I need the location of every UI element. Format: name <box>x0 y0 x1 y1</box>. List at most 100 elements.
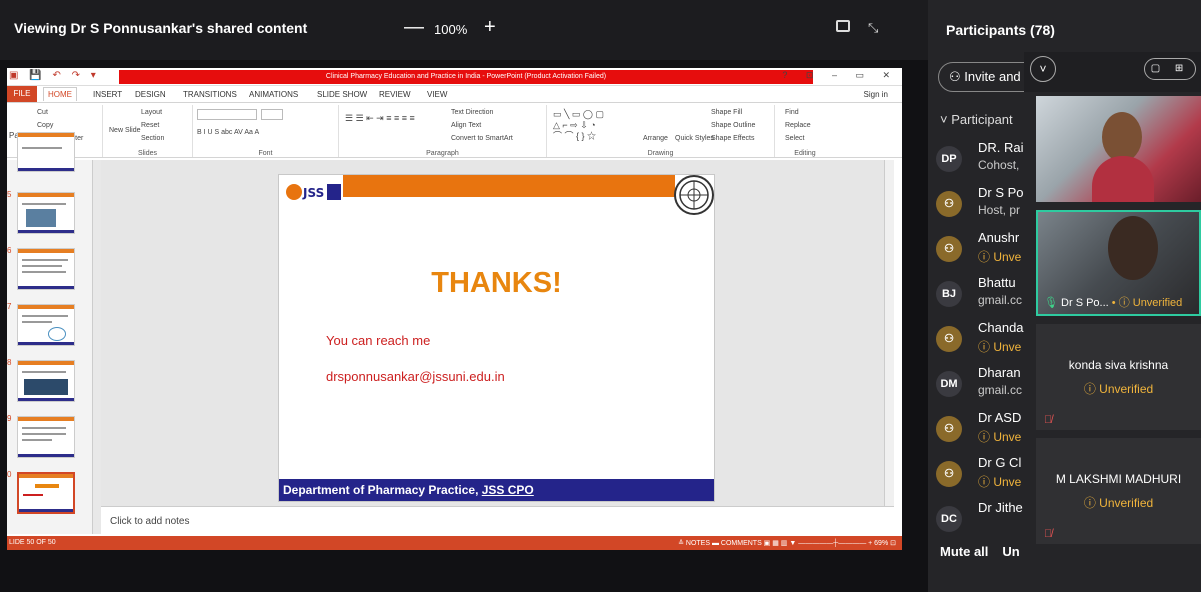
participant-name: Dharan <box>978 365 1021 380</box>
muted-mic-icon: 🎙̸ <box>1044 528 1053 540</box>
layout-button[interactable]: Layout <box>141 109 162 116</box>
quick-styles-button[interactable]: Quick Styles <box>675 135 714 142</box>
slides-group: New Slide Layout Reset Section Slides <box>103 105 193 157</box>
shapes-gallery[interactable]: ▭ ╲ ▭ ◯ ▢ △ ⌐ ⇨ ⇩ ◔ ⌒ ⌒ { } ☆ <box>553 109 604 142</box>
tab-design[interactable]: DESIGN <box>135 90 166 99</box>
sign-in-link[interactable]: Sign in <box>864 90 888 99</box>
tab-insert[interactable]: INSERT <box>93 90 122 99</box>
participant-row[interactable]: ⚇ Dr S Po Host, pr <box>936 185 1036 225</box>
unmute-all-button[interactable]: Un <box>1002 544 1019 559</box>
shared-powerpoint-window: ▣ 💾 ↶ ↷ ▾ Clinical Pharmacy Education an… <box>7 68 902 550</box>
new-slide-button[interactable]: New Slide <box>109 127 141 134</box>
tab-transitions[interactable]: TRANSITIONS <box>183 90 237 99</box>
drawing-group: ▭ ╲ ▭ ◯ ▢ △ ⌐ ⇨ ⇩ ◔ ⌒ ⌒ { } ☆ Arrange Quic… <box>547 105 775 157</box>
avatar: DP <box>936 146 962 172</box>
status-bar-controls[interactable]: ≙ NOTES ▬ COMMENTS ▣ ▦ ▥ ▼ —————┼———— + … <box>678 539 896 547</box>
participant-name: Dr Jithe <box>978 500 1023 515</box>
tab-file[interactable]: FILE <box>7 86 37 102</box>
shape-outline-button[interactable]: Shape Outline <box>711 122 755 129</box>
participant-row[interactable]: ⚇ Chanda ⓘ Unve <box>936 320 1036 360</box>
slide-thumbnail[interactable] <box>17 132 75 172</box>
participant-name: DR. Rai <box>978 140 1024 155</box>
video-tile-host[interactable]: 🎙 Dr S Po... • ⓘ Unverified <box>1036 210 1201 316</box>
notes-placeholder: Click to add notes <box>110 516 190 527</box>
slide-footer-link: JSS CPO <box>481 483 534 497</box>
participant-row[interactable]: DM Dharan gmail.cc <box>936 365 1036 405</box>
shape-fill-button[interactable]: Shape Fill <box>711 109 742 116</box>
font-name-box[interactable] <box>197 109 257 120</box>
participant-row[interactable]: DC Dr Jithe <box>936 500 1036 540</box>
list-buttons[interactable]: ☰ ☰ ⇤ ⇥ ≡ ≡ ≡ ≡ <box>345 113 415 124</box>
participant-row[interactable]: ⚇ Dr ASD ⓘ Unve <box>936 410 1036 450</box>
user-avatar-icon: ⚇ <box>936 236 962 262</box>
jss-logo: JSS <box>285 181 343 203</box>
replace-button[interactable]: Replace <box>785 122 811 129</box>
participant-row[interactable]: DP DR. Rai Cohost, <box>936 140 1036 180</box>
video-tile-audio[interactable]: M LAKSHMI MADHURI ⓘ Unverified 🎙̸ <box>1036 438 1201 544</box>
slide-editor[interactable]: JSS THANKS! You can reach me drsponnusan… <box>101 160 894 506</box>
participant-video <box>1102 112 1142 162</box>
university-emblem <box>674 175 714 215</box>
zoom-out-button[interactable]: — <box>404 16 424 39</box>
slide-thumbnail-pane[interactable]: 5 6 7 8 9 0 <box>7 132 93 534</box>
tab-view[interactable]: VIEW <box>427 90 447 99</box>
participant-role: Cohost, <box>978 158 1020 172</box>
copy-button[interactable]: Copy <box>37 122 53 129</box>
participant-video-body <box>1092 156 1154 202</box>
video-tile-audio[interactable]: konda siva krishna ⓘ Unverified 🎙̸ <box>1036 324 1201 430</box>
tab-slide-show[interactable]: SLIDE SHOW <box>317 90 367 99</box>
fullscreen-icon[interactable]: ⤡ <box>868 20 878 36</box>
participant-row[interactable]: BJ Bhattu gmail.cc <box>936 275 1036 315</box>
quick-access-toolbar[interactable]: ▣ 💾 ↶ ↷ ▾ <box>9 70 100 81</box>
tab-review[interactable]: REVIEW <box>379 90 411 99</box>
annotate-icon[interactable] <box>836 20 850 32</box>
cut-button[interactable]: Cut <box>37 109 48 116</box>
thumbnail-scrollbar[interactable] <box>93 160 101 534</box>
participant-email: gmail.cc <box>978 293 1023 307</box>
participant-name: Anushr <box>978 230 1020 245</box>
collapse-video-button[interactable]: ˅ <box>1030 56 1056 82</box>
current-slide[interactable]: JSS THANKS! You can reach me drsponnusan… <box>278 174 715 502</box>
shape-effects-button[interactable]: Shape Effects <box>711 135 754 142</box>
ppt-window-title: Clinical Pharmacy Education and Practice… <box>119 70 813 84</box>
slide-thumbnail[interactable] <box>17 416 75 458</box>
avatar: DM <box>936 371 962 397</box>
slide-thumbnail[interactable] <box>17 360 75 402</box>
slide-vertical-scrollbar[interactable] <box>884 160 894 506</box>
section-button[interactable]: Section <box>141 135 164 142</box>
editing-group: Find Replace Select Editing <box>775 105 835 157</box>
invite-label: Invite and <box>964 69 1021 84</box>
slide-thumbnail[interactable] <box>17 248 75 290</box>
arrange-button[interactable]: Arrange <box>643 135 668 142</box>
video-layout-toggle[interactable]: ▢ ⊞ <box>1144 58 1196 80</box>
notes-pane[interactable]: Click to add notes <box>101 506 894 534</box>
participants-list-header[interactable]: ˅ Participant <box>940 112 1013 127</box>
slides-label: Slides <box>137 150 158 157</box>
viewing-bar: Viewing Dr S Ponnusankar's shared conten… <box>0 0 928 60</box>
reset-button[interactable]: Reset <box>141 122 159 129</box>
participant-status: ⓘ Unve <box>978 430 1022 444</box>
ppt-window-controls[interactable]: ? ⊡ – ▭ ✕ <box>782 70 898 81</box>
tab-home[interactable]: HOME <box>43 87 77 101</box>
align-text-button[interactable]: Align Text <box>451 122 481 129</box>
find-button[interactable]: Find <box>785 109 799 116</box>
thumbnail-number: 0 <box>7 470 12 479</box>
thumbnail-number: 6 <box>7 246 12 255</box>
font-size-box[interactable] <box>261 109 283 120</box>
participant-row[interactable]: ⚇ Dr G Cl ⓘ Unve <box>936 455 1036 495</box>
font-format-buttons[interactable]: B I U S abc AV Aa A <box>197 129 259 136</box>
slide-thumbnail[interactable] <box>17 192 75 234</box>
convert-smartart-button[interactable]: Convert to SmartArt <box>451 135 513 142</box>
participant-video <box>1108 216 1158 280</box>
slide-email-text: drsponnusankar@jssuni.edu.in <box>326 369 505 384</box>
slide-thumbnail[interactable] <box>17 304 75 346</box>
select-button[interactable]: Select <box>785 135 804 142</box>
participant-row[interactable]: ⚇ Anushr ⓘ Unve <box>936 230 1036 270</box>
slide-thumbnail-selected[interactable] <box>17 472 75 514</box>
zoom-in-button[interactable]: + <box>484 16 496 39</box>
tab-animations[interactable]: ANIMATIONS <box>249 90 298 99</box>
mute-all-button[interactable]: Mute all <box>940 544 988 559</box>
video-panel-controls: ˅ ▢ ⊞ <box>1024 52 1201 92</box>
text-direction-button[interactable]: Text Direction <box>451 109 493 116</box>
video-tile-cohost[interactable] <box>1036 96 1201 202</box>
